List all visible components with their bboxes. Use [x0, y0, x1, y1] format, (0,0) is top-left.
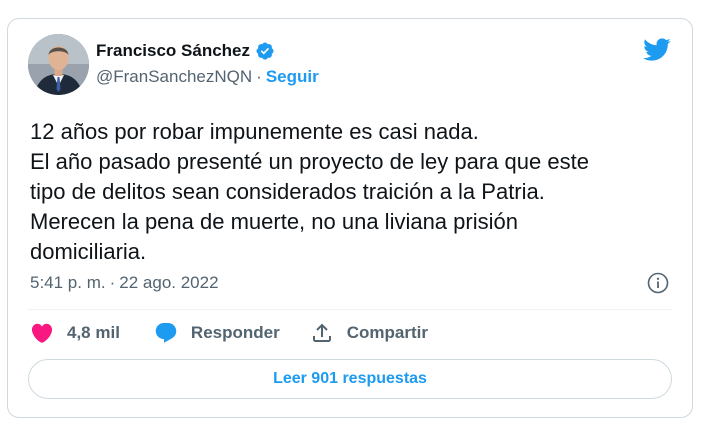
tweet-card: Francisco Sánchez @FranSanchezNQN · Segu… — [7, 18, 693, 418]
heart-icon — [31, 323, 53, 343]
tweet-date: 22 ago. 2022 — [119, 273, 219, 292]
like-button[interactable]: 4,8 mil — [30, 321, 120, 345]
read-replies-button[interactable]: Leer 901 respuestas — [28, 359, 672, 399]
reply-bubble-icon — [155, 323, 177, 343]
like-count: 4,8 mil — [67, 323, 120, 342]
tweet-actions: 4,8 mil Responder Compartir — [30, 321, 428, 345]
separator-dot: · — [109, 273, 116, 292]
author-handle-row: @FranSanchezNQN · Seguir — [96, 67, 319, 87]
avatar[interactable] — [28, 34, 89, 95]
tweet-timestamp[interactable]: 5:41 p. m. · 22 ago. 2022 — [30, 273, 219, 293]
author-display-name[interactable]: Francisco Sánchez — [96, 41, 250, 61]
reply-button[interactable]: Responder — [154, 321, 280, 345]
share-icon — [312, 323, 331, 342]
reply-label: Responder — [190, 323, 280, 342]
twitter-bird-icon[interactable] — [642, 35, 671, 64]
share-label: Compartir — [346, 323, 428, 342]
tweet-time: 5:41 p. m. — [30, 273, 106, 292]
author-handle[interactable]: @FranSanchezNQN — [96, 67, 252, 87]
author-name-row: Francisco Sánchez — [96, 41, 275, 61]
divider — [28, 309, 672, 310]
tweet-text: 12 años por robar impunemente es casi na… — [30, 119, 589, 264]
share-button[interactable]: Compartir — [310, 321, 428, 345]
follow-button[interactable]: Seguir — [266, 67, 319, 87]
info-icon[interactable] — [646, 271, 670, 295]
verified-badge-icon — [255, 41, 275, 61]
separator-dot: · — [256, 67, 262, 86]
